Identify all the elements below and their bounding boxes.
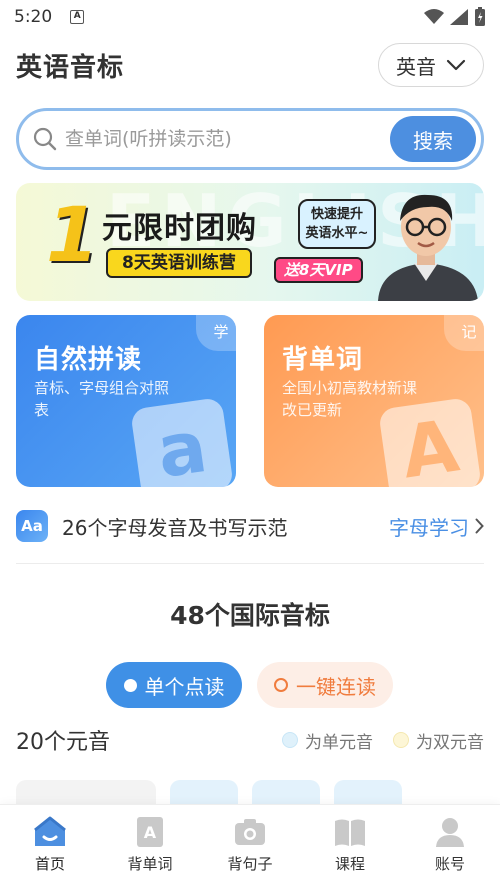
notification-icon: A — [70, 10, 85, 24]
nav-words[interactable]: A 背单词 — [105, 815, 195, 874]
nav-home[interactable]: 首页 — [5, 815, 95, 874]
accent-selector-value: 英音 — [396, 54, 436, 79]
radio-unselected-icon — [274, 678, 288, 692]
home-icon — [34, 816, 66, 846]
page-title: 英语音标 — [16, 52, 125, 83]
letter-A-icon: A — [378, 397, 482, 487]
nav-words-label: 背单词 — [127, 855, 173, 873]
banner-subline: 8天英语训练营 — [106, 248, 252, 278]
letter-a-icon: a — [130, 397, 234, 487]
words-card-title: 背单词 — [282, 345, 364, 375]
nav-home-label: 首页 — [34, 855, 65, 873]
word-card-icon: A — [137, 817, 163, 847]
phonics-card[interactable]: 学 自然拼读 音标、字母组合对照表 a — [16, 315, 236, 487]
alphabet-text: 26个字母发音及书写示范 — [62, 515, 288, 540]
nav-sentences[interactable]: 背句子 — [205, 815, 295, 874]
status-bar: 5:20 A — [0, 0, 500, 34]
chevron-down-icon — [446, 59, 466, 71]
camera-icon — [235, 819, 265, 845]
phonics-card-title: 自然拼读 — [34, 345, 143, 375]
radio-selected-icon — [123, 678, 137, 692]
ipa-section-title: 48个国际音标 — [170, 601, 330, 630]
nav-courses[interactable]: 课程 — [305, 815, 395, 874]
banner-speech-bubble: 快速提升 英语水平~ — [298, 199, 376, 249]
continuous-read-button[interactable]: 一键连读 — [257, 662, 393, 708]
banner-headline: 元限时团购 — [102, 211, 257, 246]
alphabet-row[interactable]: Aa 26个字母发音及书写示范 字母学习 — [16, 508, 484, 544]
vowel-title: 20个元音 — [16, 730, 110, 755]
single-read-label: 单个点读 — [144, 674, 225, 699]
vowel-legend: 为单元音 为双元音 — [282, 728, 484, 753]
system-indicators — [424, 7, 486, 27]
alphabet-link-label: 字母学习 — [389, 515, 469, 540]
vowel-header: 20个元音 为单元音 为双元音 — [16, 722, 484, 758]
banner-vip-badge: 送8天VIP — [274, 257, 363, 283]
words-card-corner: 记 — [444, 315, 484, 351]
alphabet-icon: Aa — [16, 510, 48, 542]
bubble-line-2: 英语水平~ — [305, 226, 369, 241]
legend-monophthong-label: 为单元音 — [305, 732, 373, 753]
bottom-nav: 首页 A 背单词 背句子 课程 账号 — [0, 804, 500, 888]
search-bar: 搜索 — [16, 108, 484, 170]
teacher-portrait — [378, 194, 478, 301]
legend-swatch-yellow — [393, 732, 409, 748]
words-card[interactable]: 记 背单词 全国小初高教材新课改已更新 A — [264, 315, 484, 487]
continuous-read-label: 一键连读 — [296, 674, 376, 699]
phonics-card-corner: 学 — [196, 315, 236, 351]
divider — [16, 563, 484, 564]
nav-courses-label: 课程 — [334, 855, 365, 873]
search-icon — [33, 127, 57, 151]
legend-diphthong: 为双元音 — [393, 728, 484, 753]
svg-text:A: A — [144, 823, 157, 842]
legend-diphthong-label: 为双元音 — [416, 732, 484, 753]
nav-account[interactable]: 账号 — [405, 815, 495, 874]
nav-sentences-label: 背句子 — [227, 855, 273, 873]
single-read-button[interactable]: 单个点读 — [106, 662, 242, 708]
nav-account-label: 账号 — [434, 855, 465, 873]
header: 英语音标 英音 — [0, 40, 500, 90]
chevron-right-icon — [475, 518, 484, 534]
search-input[interactable] — [65, 128, 390, 150]
promo-banner[interactable]: ENGLISH 1 元限时团购 8天英语训练营 快速提升 英语水平~ 送8天VI… — [16, 183, 484, 301]
user-icon — [436, 818, 464, 847]
legend-monophthong: 为单元音 — [282, 728, 373, 753]
clock-time: 5:20 — [14, 7, 53, 27]
bubble-line-1: 快速提升 — [310, 207, 363, 222]
battery-icon — [475, 7, 485, 26]
wifi-icon — [424, 9, 444, 24]
accent-selector[interactable]: 英音 — [378, 43, 484, 87]
banner-big-number: 1 — [46, 190, 99, 279]
signal-icon — [450, 9, 468, 25]
book-icon — [335, 819, 365, 846]
search-button[interactable]: 搜索 — [390, 116, 476, 162]
legend-swatch-blue — [282, 732, 298, 748]
alphabet-link[interactable]: 字母学习 — [389, 512, 484, 541]
